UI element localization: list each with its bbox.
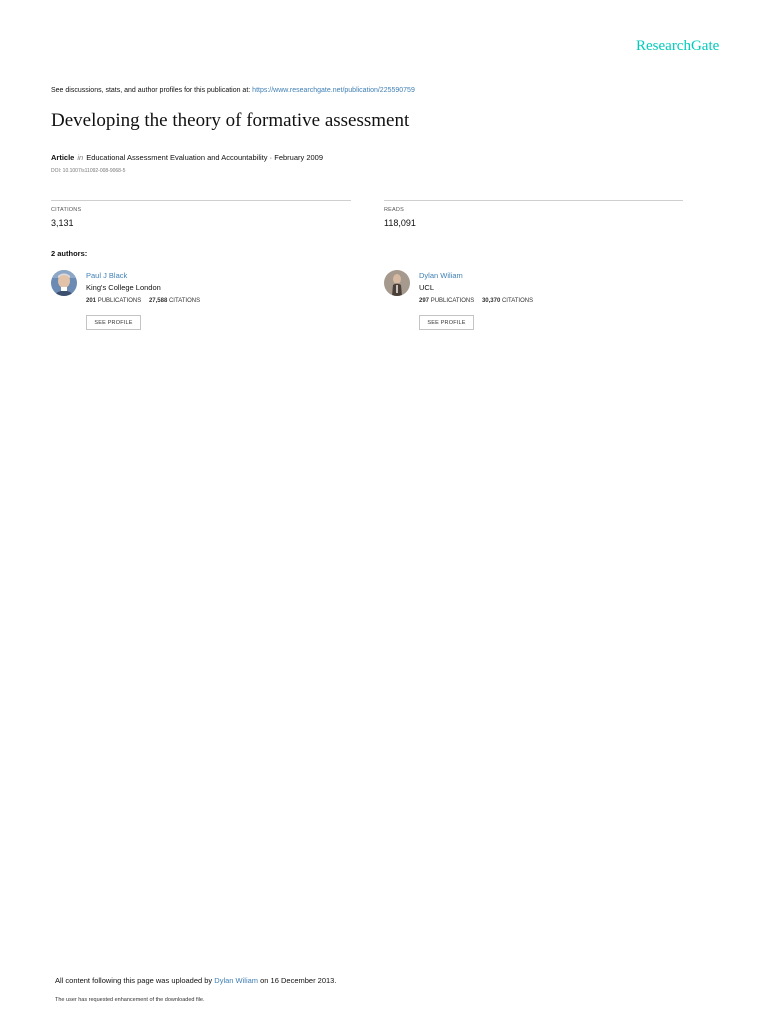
publication-type: Article [51, 153, 75, 162]
discussion-prefix: See discussions, stats, and author profi… [51, 87, 253, 94]
author-citations-label: CITATIONS [168, 298, 201, 304]
avatar-photo-icon [384, 270, 410, 296]
enhancement-note: The user has requested enhancement of th… [55, 997, 205, 1003]
upload-prefix: All content following this page was uplo… [55, 976, 215, 985]
authors-heading: 2 authors: [51, 249, 88, 258]
discussion-line: See discussions, stats, and author profi… [51, 87, 415, 94]
reads-value: 118,091 [384, 218, 416, 228]
author-citations-count: 27,588 [148, 298, 168, 304]
author-stats: 201 PUBLICATIONS 27,588 CITATIONS [86, 298, 200, 304]
citations-label: CITATIONS [51, 207, 82, 213]
author-name[interactable]: Paul J Black [86, 271, 127, 280]
author-publications-label: PUBLICATIONS [430, 298, 475, 304]
reads-divider [384, 200, 683, 201]
journal-name: Educational Assessment Evaluation and Ac… [86, 153, 268, 162]
page-title: Developing the theory of formative asses… [51, 110, 410, 131]
author-avatar[interactable] [384, 270, 410, 296]
author-citations-label: CITATIONS [501, 298, 534, 304]
author-citations-count: 30,370 [481, 298, 501, 304]
publication-date: February 2009 [274, 153, 324, 162]
author-publications-count: 201 [86, 298, 97, 304]
uploader-link[interactable]: Dylan Wiliam [214, 976, 258, 985]
author-stats: 297 PUBLICATIONS 30,370 CITATIONS [419, 298, 533, 304]
in-word: in [77, 153, 84, 162]
author-name[interactable]: Dylan Wiliam [419, 271, 463, 280]
upload-info: All content following this page was uplo… [55, 976, 336, 985]
author-avatar[interactable] [51, 270, 77, 296]
citations-value: 3,131 [51, 218, 74, 228]
see-profile-button[interactable]: SEE PROFILE [86, 315, 141, 330]
see-profile-button[interactable]: SEE PROFILE [419, 315, 474, 330]
author-publications-label: PUBLICATIONS [97, 298, 142, 304]
reads-label: READS [384, 207, 404, 213]
author-institution: UCL [419, 283, 435, 292]
researchgate-logo[interactable]: ResearchGate [636, 38, 719, 55]
upload-suffix: on 16 December 2013. [258, 976, 337, 985]
citations-divider [51, 200, 351, 201]
publication-meta: Article in Educational Assessment Evaluati… [51, 153, 323, 162]
avatar-photo-icon [51, 270, 77, 296]
doi-text: DOI: 10.1007/s11092-008-9068-5 [51, 168, 126, 174]
author-institution: King's College London [86, 283, 161, 292]
publication-link[interactable]: https://www.researchgate.net/publication… [252, 87, 415, 94]
author-publications-count: 297 [419, 298, 430, 304]
